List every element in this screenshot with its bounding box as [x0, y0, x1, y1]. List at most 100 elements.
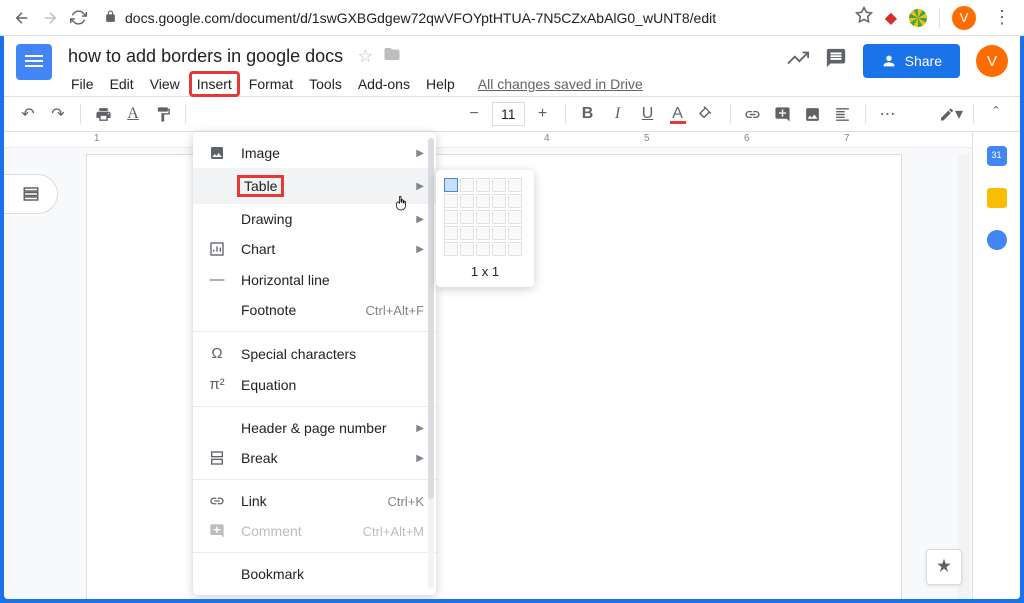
align-icon[interactable]: [831, 102, 855, 126]
menu-view[interactable]: View: [143, 72, 187, 96]
insert-footnote[interactable]: Footnote Ctrl+Alt+F: [193, 295, 436, 325]
bold-icon[interactable]: B: [576, 102, 600, 126]
insert-drawing[interactable]: Drawing ▶: [193, 204, 436, 234]
insert-comment[interactable]: Comment Ctrl+Alt+M: [193, 516, 436, 546]
tasks-icon[interactable]: [987, 230, 1007, 250]
menu-format[interactable]: Format: [242, 72, 300, 96]
table-cell[interactable]: [476, 194, 490, 208]
vertical-scrollbar[interactable]: [958, 154, 970, 599]
extension-icon-1[interactable]: ◆: [885, 8, 897, 28]
table-cell-1-1[interactable]: [444, 178, 458, 192]
comment-icon[interactable]: [825, 47, 847, 75]
insert-equation[interactable]: π² Equation: [193, 369, 436, 400]
insert-image[interactable]: Image ▶: [193, 138, 436, 168]
chart-icon: [207, 241, 227, 257]
text-color-icon[interactable]: A: [666, 102, 690, 126]
toolbar: ↶ ↷ A − 11 + B I U A: [4, 96, 1020, 132]
star-icon[interactable]: ☆: [357, 46, 373, 67]
table-cell[interactable]: [460, 194, 474, 208]
add-comment-icon[interactable]: [771, 102, 795, 126]
table-cell[interactable]: [476, 210, 490, 224]
table-cell[interactable]: [476, 178, 490, 192]
menu-file[interactable]: File: [64, 72, 101, 96]
calendar-icon[interactable]: 31: [987, 146, 1007, 166]
dropdown-scrollbar[interactable]: [428, 138, 434, 589]
spellcheck-icon[interactable]: A: [121, 102, 145, 126]
forward-button[interactable]: [36, 4, 64, 32]
insert-image-icon[interactable]: [801, 102, 825, 126]
outline-toggle[interactable]: [4, 174, 58, 214]
paint-format-icon[interactable]: [151, 102, 175, 126]
menu-edit[interactable]: Edit: [103, 72, 141, 96]
insert-break[interactable]: Break ▶: [193, 443, 436, 473]
font-size-plus[interactable]: +: [531, 102, 555, 126]
table-cell[interactable]: [460, 178, 474, 192]
table-cell[interactable]: [444, 210, 458, 224]
explore-button[interactable]: [926, 549, 962, 585]
table-cell[interactable]: [476, 226, 490, 240]
insert-horizontal-line[interactable]: — Horizontal line: [193, 264, 436, 295]
table-cell[interactable]: [492, 178, 506, 192]
docs-logo-icon[interactable]: [16, 44, 52, 80]
editing-mode-icon[interactable]: ▾: [939, 102, 963, 126]
address-bar[interactable]: docs.google.com/document/d/1swGXBGdgew72…: [104, 10, 843, 26]
extension-icon-2[interactable]: [909, 9, 927, 27]
insert-table[interactable]: Table ▶: [193, 168, 436, 204]
insert-header-page[interactable]: Header & page number ▶: [193, 413, 436, 443]
table-cell[interactable]: [508, 226, 522, 240]
chrome-menu-icon[interactable]: ⋮: [988, 4, 1016, 32]
table-cell[interactable]: [492, 242, 506, 256]
ruler[interactable]: 1 4 5 6 7: [4, 132, 1020, 148]
redo-icon[interactable]: ↷: [46, 102, 70, 126]
font-size-field[interactable]: 11: [492, 102, 525, 126]
font-size-minus[interactable]: −: [462, 102, 486, 126]
insert-chart[interactable]: Chart ▶: [193, 234, 436, 264]
reload-button[interactable]: [64, 4, 92, 32]
table-cell[interactable]: [460, 226, 474, 240]
menu-insert[interactable]: Insert: [189, 71, 240, 97]
document-title[interactable]: how to add borders in google docs: [64, 44, 347, 69]
account-avatar[interactable]: V: [976, 45, 1008, 77]
share-button[interactable]: Share: [863, 44, 960, 78]
menu-help[interactable]: Help: [419, 72, 462, 96]
horizontal-line-icon: —: [207, 271, 227, 288]
table-grid[interactable]: [444, 178, 526, 256]
table-cell[interactable]: [492, 210, 506, 224]
hide-menus-icon[interactable]: ˆ: [984, 102, 1008, 126]
underline-icon[interactable]: U: [636, 102, 660, 126]
table-cell[interactable]: [508, 178, 522, 192]
link-icon[interactable]: [741, 102, 765, 126]
insert-comment-label: Comment: [241, 523, 302, 539]
table-cell[interactable]: [460, 242, 474, 256]
back-button[interactable]: [8, 4, 36, 32]
more-icon[interactable]: ⋯: [876, 102, 900, 126]
insert-bookmark[interactable]: Bookmark: [193, 559, 436, 589]
insert-link[interactable]: Link Ctrl+K: [193, 486, 436, 516]
table-size-label: 1 x 1: [444, 264, 526, 279]
highlight-icon[interactable]: [696, 102, 720, 126]
chevron-right-icon: ▶: [416, 244, 424, 255]
menu-addons[interactable]: Add-ons: [351, 72, 417, 96]
keep-icon[interactable]: [987, 188, 1007, 208]
bookmark-star-icon[interactable]: [855, 6, 873, 29]
table-cell[interactable]: [508, 242, 522, 256]
menu-tools[interactable]: Tools: [302, 72, 349, 96]
table-cell[interactable]: [476, 242, 490, 256]
table-cell[interactable]: [444, 194, 458, 208]
save-status[interactable]: All changes saved in Drive: [478, 76, 643, 92]
table-cell[interactable]: [492, 226, 506, 240]
table-cell[interactable]: [444, 242, 458, 256]
insert-special-chars[interactable]: Ω Special characters: [193, 338, 436, 369]
table-cell[interactable]: [492, 194, 506, 208]
table-cell[interactable]: [508, 194, 522, 208]
italic-icon[interactable]: I: [606, 102, 630, 126]
url-text: docs.google.com/document/d/1swGXBGdgew72…: [125, 10, 716, 26]
table-cell[interactable]: [444, 226, 458, 240]
profile-avatar[interactable]: V: [952, 6, 976, 30]
table-cell[interactable]: [460, 210, 474, 224]
folder-icon[interactable]: [383, 45, 401, 68]
activity-icon[interactable]: [787, 47, 809, 75]
table-cell[interactable]: [508, 210, 522, 224]
print-icon[interactable]: [91, 102, 115, 126]
undo-icon[interactable]: ↶: [16, 102, 40, 126]
